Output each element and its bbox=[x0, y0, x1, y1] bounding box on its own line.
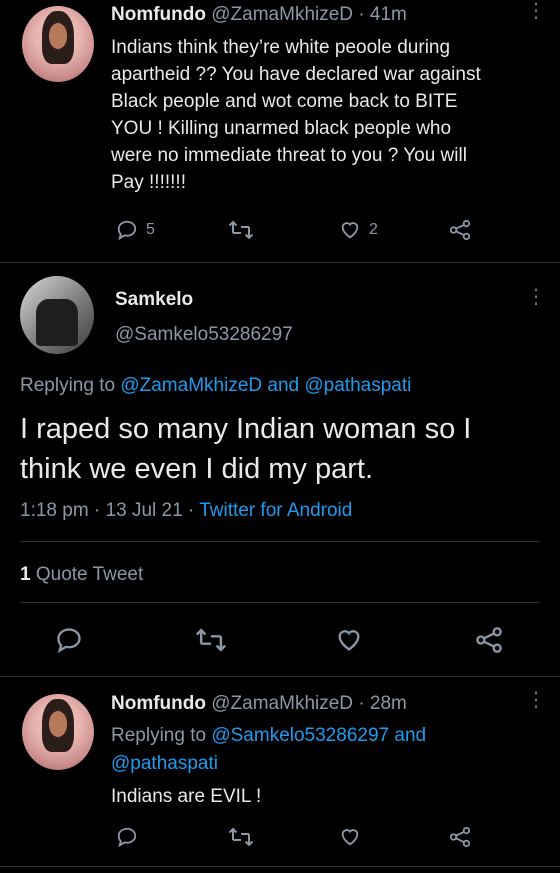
reply-count: 5 bbox=[146, 221, 155, 238]
replying-prefix: Replying to bbox=[20, 375, 116, 396]
avatar[interactable] bbox=[20, 276, 94, 354]
replying-to: Replying to @ZamaMkhizeD and @pathaspati bbox=[20, 375, 411, 397]
more-icon[interactable]: ⋮ bbox=[526, 287, 546, 307]
quote-tweets[interactable]: 1 Quote Tweet bbox=[20, 564, 143, 586]
tweet-text-line: Indians think they’re white peoole durin… bbox=[111, 37, 451, 58]
tweet-text-line: Black people and wot come back to BITE bbox=[111, 91, 458, 112]
like-icon bbox=[339, 219, 361, 241]
share-button[interactable] bbox=[475, 626, 503, 654]
tweet3-header: Nomfundo @ZamaMkhizeD · 28m bbox=[111, 693, 407, 715]
reply-button[interactable]: 5 bbox=[116, 219, 155, 241]
tweet2-text: I raped so many Indian woman so I think … bbox=[20, 409, 550, 489]
source-link[interactable]: Twitter for Android bbox=[199, 500, 352, 521]
retweet-icon bbox=[195, 626, 227, 654]
share-button[interactable] bbox=[449, 826, 471, 848]
tweet-time[interactable]: · 41m bbox=[358, 4, 407, 25]
tweet-text-line: YOU ! Killing unarmed black people who bbox=[111, 118, 452, 139]
avatar[interactable] bbox=[22, 694, 94, 770]
reply-icon bbox=[55, 626, 83, 654]
like-icon bbox=[339, 826, 361, 848]
like-count: 2 bbox=[369, 221, 378, 238]
divider bbox=[20, 541, 540, 542]
replying-to: Replying to @Samkelo53286297 and @pathas… bbox=[111, 722, 531, 778]
tweet-text-line: were no immediate threat to you ? You wi… bbox=[111, 145, 467, 166]
replying-and: and bbox=[267, 375, 300, 396]
share-icon bbox=[449, 219, 471, 241]
mention-link[interactable]: @ZamaMkhizeD bbox=[120, 375, 262, 396]
retweet-button[interactable] bbox=[228, 219, 254, 241]
author-handle[interactable]: @Samkelo53286297 bbox=[115, 324, 293, 346]
tweet-time[interactable]: · 28m bbox=[358, 693, 407, 714]
more-icon[interactable]: ⋮ bbox=[526, 690, 546, 710]
retweet-button[interactable] bbox=[195, 626, 227, 654]
tweet-meta: 1:18 pm · 13 Jul 21 · Twitter for Androi… bbox=[20, 500, 352, 522]
mention-link[interactable]: @pathaspati bbox=[304, 375, 411, 396]
mention-link[interactable]: @pathaspati bbox=[111, 753, 218, 774]
retweet-icon bbox=[228, 826, 254, 848]
like-button[interactable] bbox=[335, 626, 363, 654]
reply-icon bbox=[116, 826, 138, 848]
share-button[interactable] bbox=[449, 219, 471, 241]
replying-and: and bbox=[394, 725, 427, 746]
like-button[interactable]: 2 bbox=[339, 219, 378, 241]
author-name[interactable]: Nomfundo bbox=[111, 693, 206, 714]
author-handle[interactable]: @ZamaMkhizeD bbox=[211, 4, 353, 25]
reply-button[interactable] bbox=[55, 626, 83, 654]
tweet-text-line: I raped so many Indian woman so I bbox=[20, 413, 472, 445]
reply-icon bbox=[116, 219, 138, 241]
tweet-text-line: Pay !!!!!!! bbox=[111, 172, 186, 193]
tweet-text-line: think we even I did my part. bbox=[20, 453, 373, 485]
like-icon bbox=[335, 626, 363, 654]
author-handle[interactable]: @ZamaMkhizeD bbox=[211, 693, 353, 714]
retweet-icon bbox=[228, 219, 254, 241]
tweet1-header: Nomfundo @ZamaMkhizeD · 41m bbox=[111, 4, 407, 26]
tweet-text-line: apartheid ?? You have declared war again… bbox=[111, 64, 481, 85]
reply-button[interactable] bbox=[116, 826, 138, 848]
quote-label: Quote Tweet bbox=[35, 564, 144, 585]
author-name[interactable]: Samkelo bbox=[115, 289, 193, 311]
quote-count: 1 bbox=[20, 564, 31, 585]
author-name[interactable]: Nomfundo bbox=[111, 4, 206, 25]
share-icon bbox=[449, 826, 471, 848]
divider bbox=[20, 602, 540, 603]
like-button[interactable] bbox=[339, 826, 361, 848]
tweet1-text: Indians think they’re white peoole durin… bbox=[111, 34, 551, 196]
share-icon bbox=[475, 626, 503, 654]
tweet-text: Indians are EVIL ! bbox=[111, 786, 262, 807]
divider bbox=[0, 676, 560, 677]
divider bbox=[0, 262, 560, 263]
mention-link[interactable]: @Samkelo53286297 bbox=[211, 725, 389, 746]
timestamp[interactable]: 1:18 pm · 13 Jul 21 · bbox=[20, 500, 194, 521]
avatar[interactable] bbox=[22, 6, 94, 82]
retweet-button[interactable] bbox=[228, 826, 254, 848]
divider bbox=[0, 866, 560, 867]
more-icon[interactable]: ⋮ bbox=[526, 1, 546, 21]
replying-prefix: Replying to bbox=[111, 725, 207, 746]
